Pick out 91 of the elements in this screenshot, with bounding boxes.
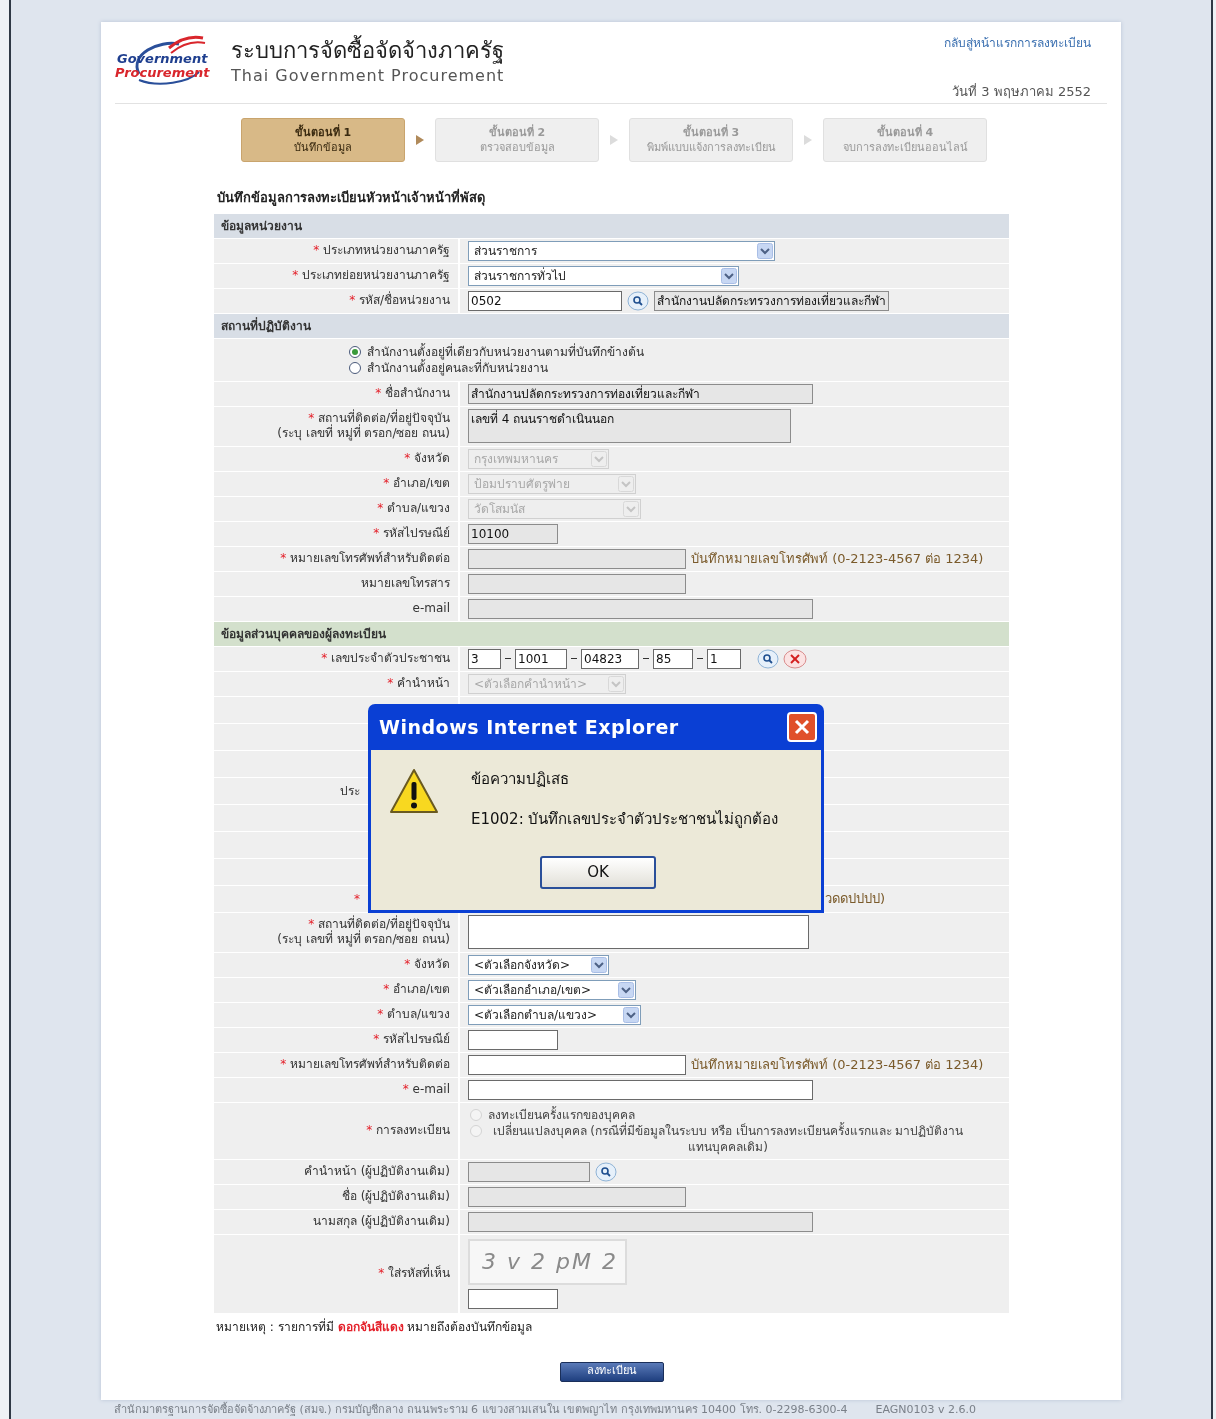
select-field[interactable]: <ตัวเลือกอำเภอ/เขต>: [468, 979, 636, 1000]
dialog-title: Windows Internet Explorer: [379, 714, 679, 740]
ok-button[interactable]: OK: [540, 856, 656, 889]
input-field[interactable]: 04823: [581, 648, 639, 669]
field-label: * รหัสไปรษณีย์: [373, 526, 450, 541]
field-label: * ประเภทหน่วยงานภาครัฐ: [313, 243, 450, 258]
chevron-down-icon: [757, 242, 773, 259]
radio-label: สำนักงานตั้งอยู่คนละที่กับหน่วยงาน: [367, 359, 548, 376]
radio-label: เปลี่ยนแปลงบุคคล (กรณีที่มีข้อมูลในระบบ หรือ เป็นการลงทะเบียนครั้งแรกและ มาปฏิบัติงานแทนบุคคลเดิม): [492, 1122, 965, 1155]
site-subtitle: Thai Government Procurement: [231, 65, 505, 87]
select-field[interactable]: ส่วนราชการ: [468, 240, 775, 261]
input-field[interactable]: 1: [707, 648, 741, 669]
close-button[interactable]: [787, 712, 817, 742]
chevron-down-icon: [618, 475, 634, 492]
register-button[interactable]: ลงทะเบียน: [559, 1361, 664, 1382]
field-label: * หมายเลขโทรศัพท์สำหรับติดต่อ: [280, 1057, 450, 1072]
section-header: ข้อมูลส่วนบุคคลของผู้ลงทะเบียน: [214, 621, 1009, 647]
field-label: * เลขประจำตัวประชาชน: [321, 651, 450, 666]
search-icon[interactable]: [595, 1161, 617, 1182]
select-field[interactable]: ส่วนราชการทั่วไป: [468, 265, 739, 286]
field-label: * รหัส/ชื่อหน่วยงาน: [349, 293, 450, 308]
step-arrow-icon: [416, 135, 424, 145]
radio-button[interactable]: [349, 345, 361, 358]
field-label: e-mail: [412, 601, 450, 616]
field-label: * รหัสไปรษณีย์: [373, 1032, 450, 1047]
field-label: * ชื่อสำนักงาน: [375, 386, 450, 401]
back-link[interactable]: กลับสู่หน้าแรกการลงทะเบียน: [944, 34, 1091, 52]
chevron-down-icon: [608, 675, 624, 692]
step-arrow-icon: [610, 135, 618, 145]
chevron-down-icon: [591, 450, 607, 467]
section-header: สถานที่ปฏิบัติงาน: [214, 313, 1009, 339]
input-field[interactable]: 0502: [468, 290, 622, 311]
chevron-down-icon: [623, 1006, 639, 1023]
field-label: * ตำบล/แขวง: [377, 1007, 450, 1022]
radio-label: สำนักงานตั้งอยู่ที่เดียวกับหน่วยงานตามที่บันทึกข้างต้น: [367, 343, 644, 360]
date-text: วันที่ 3 พฤษภาคม 2552: [952, 82, 1091, 101]
field-label: * อำเภอ/เขต: [383, 476, 450, 491]
field-hint: บันทึกหมายเลขโทรศัพท์ (0-2123-4567 ต่อ 1234): [691, 1055, 984, 1074]
radio-button[interactable]: [349, 361, 361, 374]
field-sublabel: (ระบุ เลขที่ หมู่ที่ ตรอก/ซอย ถนน): [277, 426, 450, 441]
input-field[interactable]: [468, 1079, 813, 1100]
agency-name-field[interactable]: สำนักงานปลัดกระทรวงการท่องเที่ยวและกีฬา: [654, 290, 889, 311]
close-icon: [794, 719, 810, 735]
search-icon[interactable]: [757, 648, 779, 669]
input-field[interactable]: 1001: [515, 648, 567, 669]
input-field[interactable]: [468, 1288, 558, 1309]
chevron-down-icon: [623, 500, 639, 517]
field-label: * ประเภทย่อยหน่วยงานภาครัฐ: [292, 268, 450, 283]
clear-icon[interactable]: [783, 648, 807, 669]
dialog-message: E1002: บันทึกเลขประจำตัวประชาชนไม่ถูกต้อง: [471, 809, 779, 830]
field-label: * การลงทะเบียน: [366, 1123, 450, 1138]
chevron-down-icon: [591, 956, 607, 973]
field-label: นามสกุล (ผู้ปฏิบัติงานเดิม): [312, 1214, 450, 1229]
field-hint: บันทึกหมายเลขโทรศัพท์ (0-2123-4567 ต่อ 1234): [691, 549, 984, 568]
select-field[interactable]: <ตัวเลือกจังหวัด>: [468, 954, 609, 975]
dialog-heading: ข้อความปฏิเสธ: [471, 769, 569, 790]
field-label: * คำนำหน้า: [387, 676, 450, 691]
field-label: *: [354, 890, 360, 908]
step-arrow-icon: [804, 135, 812, 145]
field-label: * ใส่รหัสที่เห็น: [378, 1266, 450, 1281]
field-label: * ตำบล/แขวง: [377, 501, 450, 516]
textarea-field[interactable]: [468, 915, 809, 949]
field-label: * หมายเลขโทรศัพท์สำหรับติดต่อ: [280, 551, 450, 566]
captcha-image: 3 v 2 pM 2: [468, 1238, 627, 1285]
section-header: ข้อมูลหน่วยงาน: [214, 213, 1009, 239]
field-label: * สถานที่ติดต่อ/ที่อยู่ปัจจุบัน: [308, 411, 450, 426]
required-note: หมายเหตุ : รายการที่มี ดอกจันสีแดง หมายถึงต้องบันทึกข้อมูล: [215, 1317, 534, 1336]
field-sublabel: (ระบุ เลขที่ หมู่ที่ ตรอก/ซอย ถนน): [277, 932, 450, 947]
field-label: ชื่อ (ผู้ปฏิบัติงานเดิม): [341, 1189, 450, 1204]
input-field[interactable]: [468, 1054, 686, 1075]
field-label: * สถานที่ติดต่อ/ที่อยู่ปัจจุบัน: [308, 917, 450, 932]
footer-text: สำนักมาตรฐานการจัดซื้อจัดจ้างภาครัฐ (สมจ.) กรมบัญชีกลาง ถนนพระราม 6 แขวงสามเสนใน เขตพญาไท กรุงเทพมหานคร 10400 โทร. 0-2298-6300-4: [114, 1403, 848, 1416]
select-field[interactable]: <ตัวเลือกตำบล/แขวง>: [468, 1004, 641, 1025]
input-field[interactable]: 3: [468, 648, 501, 669]
field-label: * e-mail: [402, 1082, 450, 1097]
form-title: บันทึกข้อมูลการลงทะเบียนหัวหน้าเจ้าหน้าที่พัสดุ: [216, 188, 486, 208]
warning-icon: [389, 768, 439, 814]
field-label: * อำเภอ/เขต: [383, 982, 450, 997]
input-field[interactable]: [468, 1029, 558, 1050]
field-label: * จังหวัด: [404, 957, 450, 972]
field-label: * จังหวัด: [404, 451, 450, 466]
field-label: คำนำหน้า (ผู้ปฏิบัติงานเดิม): [303, 1164, 450, 1179]
chevron-down-icon: [618, 981, 634, 998]
version-text: EAGN0103 v 2.6.0: [875, 1403, 976, 1416]
radio-label: ลงทะเบียนครั้งแรกของบุคคล: [488, 1106, 635, 1123]
search-icon[interactable]: [627, 290, 649, 311]
field-hint: วดดปปปป): [824, 889, 886, 908]
chevron-down-icon: [721, 267, 737, 284]
field-label: หมายเลขโทรสาร: [361, 576, 450, 591]
input-field[interactable]: 85: [653, 648, 693, 669]
field-label: ประ: [340, 782, 360, 800]
